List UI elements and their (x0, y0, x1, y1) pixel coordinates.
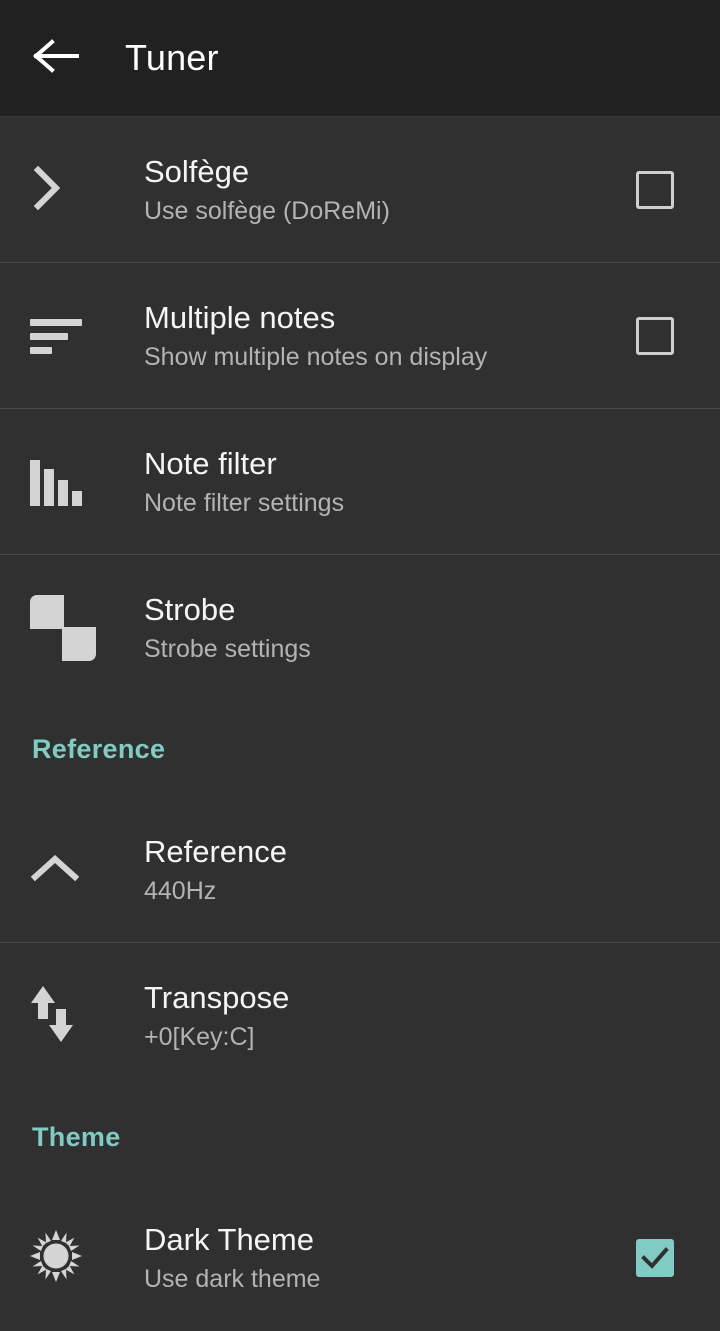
row-text-transpose: Transpose +0[Key:C] (144, 979, 614, 1054)
row-text-reference: Reference 440Hz (144, 833, 614, 908)
setting-row-reference[interactable]: Reference 440Hz (0, 797, 720, 943)
checkbox-multiple-notes[interactable] (636, 317, 674, 355)
row-widget-multiple-notes (614, 317, 696, 355)
row-summary: Use dark theme (144, 1264, 321, 1293)
arrow-left-icon (33, 38, 79, 78)
setting-row-multiple-notes[interactable]: Multiple notes Show multiple notes on di… (0, 263, 720, 409)
row-summary: +0[Key:C] (144, 1022, 255, 1051)
checkbox-dark-theme[interactable] (636, 1239, 674, 1277)
setting-row-solfege[interactable]: Solfège Use solfège (DoReMi) (0, 117, 720, 263)
row-text-strobe: Strobe Strobe settings (144, 591, 614, 666)
chevron-right-icon (30, 164, 64, 217)
row-summary: Note filter settings (144, 488, 345, 517)
row-title: Dark Theme (144, 1221, 314, 1257)
row-title: Strobe (144, 591, 236, 627)
row-icon-reference (0, 797, 144, 943)
row-title: Note filter (144, 445, 277, 481)
row-title: Solfège (144, 153, 250, 189)
row-icon-note-filter (0, 409, 144, 555)
chevron-up-icon (30, 851, 80, 890)
setting-row-note-filter[interactable]: Note filter Note filter settings (0, 409, 720, 555)
row-summary: Show multiple notes on display (144, 342, 488, 371)
row-title: Transpose (144, 979, 290, 1015)
toolbar: Tuner (0, 0, 720, 117)
row-icon-dark-theme (0, 1185, 144, 1331)
row-title: Reference (144, 833, 288, 869)
row-widget-dark-theme (614, 1239, 696, 1277)
row-icon-strobe (0, 555, 144, 701)
row-text-multiple-notes: Multiple notes Show multiple notes on di… (144, 299, 614, 374)
settings-list: Solfège Use solfège (DoReMi) Multiple no… (0, 117, 720, 1331)
row-icon-transpose (0, 943, 144, 1089)
row-text-solfege: Solfège Use solfège (DoReMi) (144, 153, 614, 228)
row-text-dark-theme: Dark Theme Use dark theme (144, 1221, 614, 1296)
section-header-reference: Reference (0, 701, 720, 797)
page-title: Tuner (125, 37, 219, 78)
row-summary: Strobe settings (144, 634, 311, 663)
section-header-label: Theme (32, 1121, 121, 1152)
row-icon-solfege (0, 117, 144, 263)
row-summary: Use solfège (DoReMi) (144, 196, 390, 225)
list-bars-icon (30, 318, 82, 354)
row-title: Multiple notes (144, 299, 336, 335)
setting-row-strobe[interactable]: Strobe Strobe settings (0, 555, 720, 701)
row-icon-multiple-notes (0, 263, 144, 409)
setting-row-dark-theme[interactable]: Dark Theme Use dark theme (0, 1185, 720, 1331)
section-header-theme: Theme (0, 1089, 720, 1185)
up-down-arrows-icon (30, 983, 74, 1050)
checkbox-solfege[interactable] (636, 171, 674, 209)
row-widget-solfege (614, 171, 696, 209)
bar-chart-icon (30, 458, 82, 506)
section-header-label: Reference (32, 733, 166, 764)
setting-row-transpose[interactable]: Transpose +0[Key:C] (0, 943, 720, 1089)
row-summary: 440Hz (144, 876, 217, 905)
back-button[interactable] (20, 22, 92, 94)
strobe-squares-icon (30, 595, 96, 661)
row-text-note-filter: Note filter Note filter settings (144, 445, 614, 520)
sun-icon (30, 1229, 82, 1287)
